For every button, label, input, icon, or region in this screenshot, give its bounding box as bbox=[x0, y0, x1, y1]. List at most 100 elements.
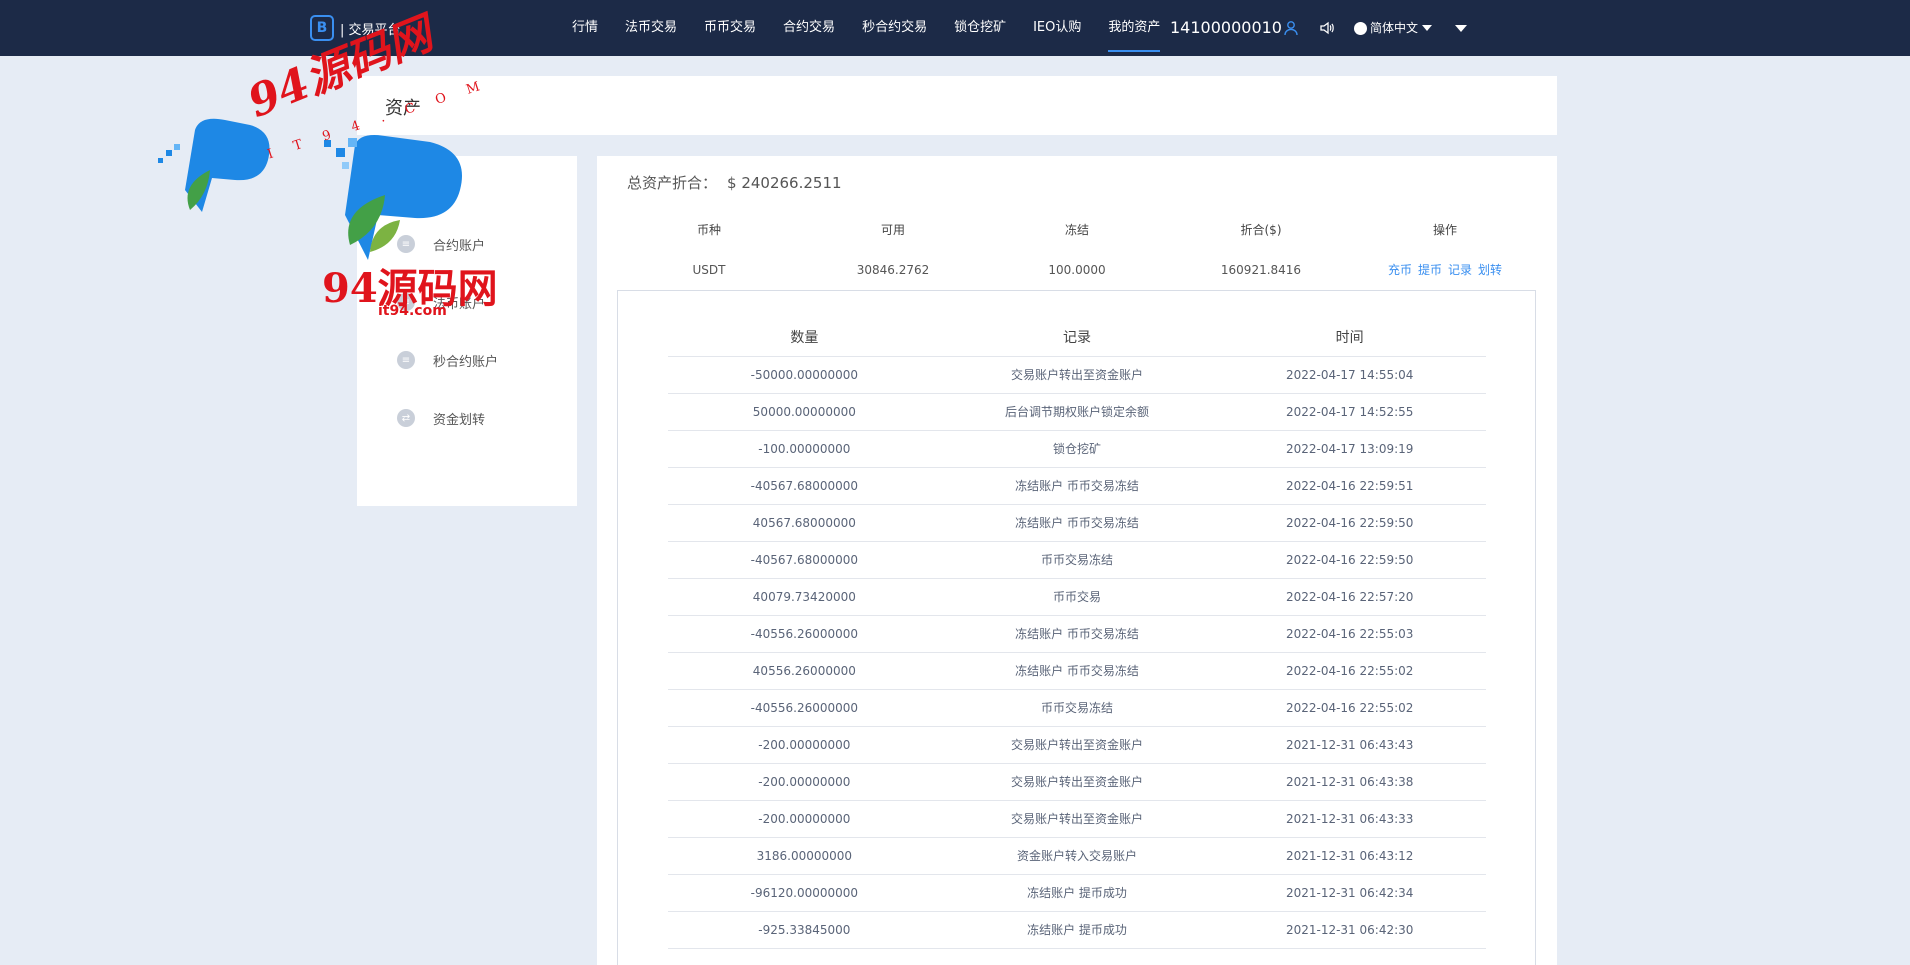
cell-note: 资金账户转入交易账户 bbox=[1017, 849, 1138, 863]
sidebar-item-label: 法币账户 bbox=[433, 296, 486, 312]
table-row: 40079.73420000 币币交易 2022-04-16 22:57:20 bbox=[668, 579, 1486, 616]
sidebar-item-contract-account[interactable]: ≡ 合约账户 bbox=[397, 232, 485, 256]
user-icon[interactable] bbox=[1281, 18, 1301, 38]
sidebar-item-second-contract-account[interactable]: ≡ 秒合约账户 bbox=[397, 348, 498, 372]
cell-note: 冻结账户 提币成功 bbox=[1027, 923, 1127, 937]
nav-contract-trade[interactable]: 合约交易 bbox=[783, 0, 835, 56]
cell-amount: -925.33845000 bbox=[758, 923, 851, 937]
total-assets-value: $ 240266.2511 bbox=[727, 174, 842, 192]
table-row: -100.00000000 锁仓挖矿 2022-04-17 13:09:19 bbox=[668, 431, 1486, 468]
cell-note: 后台调节期权账户锁定余额 bbox=[1005, 405, 1150, 419]
table-row: 50000.00000000 后台调节期权账户锁定余额 2022-04-17 14:… bbox=[668, 394, 1486, 431]
cell-amount: -200.00000000 bbox=[758, 775, 851, 789]
transfer-link[interactable]: 划转 bbox=[1478, 263, 1502, 277]
wallet-icon: ≡ bbox=[397, 177, 415, 195]
cell-note: 币币交易冻结 bbox=[1041, 701, 1114, 715]
record-box: 数量 记录 时间 -50000.00000000 交易账户转出至资金账户 2022-… bbox=[617, 290, 1536, 965]
cell-value: 160921.8416 bbox=[1220, 263, 1302, 277]
globe-icon bbox=[1354, 21, 1367, 35]
asset-table: 币种 可用 冻结 折合($) 操作 USDT 30846.2762 100.00… bbox=[597, 210, 1557, 290]
col-coin: 币种 bbox=[696, 223, 721, 237]
asset-table-header: 币种 可用 冻结 折合($) 操作 bbox=[597, 210, 1557, 250]
cell-time: 2022-04-16 22:57:20 bbox=[1285, 590, 1414, 604]
cell-note: 冻结账户 币币交易冻结 bbox=[1015, 664, 1139, 678]
nav-my-assets[interactable]: 我的资产 bbox=[1108, 0, 1161, 56]
cell-amount: 3186.00000000 bbox=[756, 849, 853, 863]
speaker-icon[interactable] bbox=[1317, 18, 1337, 38]
cell-note: 交易账户转出至资金账户 bbox=[1011, 368, 1144, 382]
table-row: USDT 30846.2762 100.0000 160921.8416 充币提… bbox=[597, 250, 1557, 290]
records-body: -50000.00000000 交易账户转出至资金账户 2022-04-17 14:… bbox=[668, 357, 1486, 949]
cell-time: 2022-04-16 22:55:02 bbox=[1285, 664, 1414, 678]
table-row: -925.33845000 冻结账户 提币成功 2021-12-31 06:42:3… bbox=[668, 912, 1486, 949]
cell-amount: 40079.73420000 bbox=[752, 590, 856, 604]
cell-amount: 50000.00000000 bbox=[752, 405, 856, 419]
cell-amount: -200.00000000 bbox=[758, 738, 851, 752]
more-dropdown-icon[interactable] bbox=[1455, 25, 1467, 32]
cell-note: 冻结账户 币币交易冻结 bbox=[1015, 479, 1139, 493]
table-row: 40556.26000000 冻结账户 币币交易冻结 2022-04-16 22:5… bbox=[668, 653, 1486, 690]
table-row: -200.00000000 交易账户转出至资金账户 2021-12-31 06:43… bbox=[668, 801, 1486, 838]
chevron-down-icon bbox=[1422, 25, 1433, 31]
fiat-icon: ≡ bbox=[397, 293, 415, 311]
withdraw-link[interactable]: 提币 bbox=[1418, 263, 1442, 277]
nav-second-contract[interactable]: 秒合约交易 bbox=[862, 0, 927, 56]
sidebar-item-label: 合约账户 bbox=[433, 238, 486, 254]
cell-amount: -40556.26000000 bbox=[750, 701, 859, 715]
table-row: 3186.00000000 资金账户转入交易账户 2021-12-31 06:43:… bbox=[668, 838, 1486, 875]
col-actions: 操作 bbox=[1432, 223, 1457, 237]
table-row: -200.00000000 交易账户转出至资金账户 2021-12-31 06:43… bbox=[668, 727, 1486, 764]
cell-time: 2021-12-31 06:43:43 bbox=[1285, 738, 1414, 752]
nav-coin-trade[interactable]: 币币交易 bbox=[704, 0, 756, 56]
total-assets-label: 总资产折合： bbox=[627, 174, 718, 192]
cell-time: 2021-12-31 06:43:33 bbox=[1285, 812, 1414, 826]
records-table: 数量 记录 时间 -50000.00000000 交易账户转出至资金账户 2022-… bbox=[668, 319, 1486, 949]
language-label: 简体中文 bbox=[1370, 21, 1419, 35]
sidebar-item-label: 账户 bbox=[433, 180, 460, 196]
sidebar: ≡ 账户 ≡ 合约账户 ≡ 法币账户 ≡ 秒合约账户 ⇄ 资金划转 bbox=[357, 156, 577, 506]
deposit-link[interactable]: 充币 bbox=[1388, 263, 1412, 277]
second-contract-icon: ≡ bbox=[397, 351, 415, 369]
table-row: -40556.26000000 币币交易冻结 2022-04-16 22:55:02 bbox=[668, 690, 1486, 727]
col-available: 可用 bbox=[880, 223, 905, 237]
table-row: -96120.00000000 冻结账户 提币成功 2021-12-31 06:42… bbox=[668, 875, 1486, 912]
cell-time: 2022-04-16 22:55:02 bbox=[1285, 701, 1414, 715]
language-select[interactable]: 简体中文 bbox=[1354, 0, 1433, 56]
records-header: 数量 记录 时间 bbox=[668, 319, 1486, 357]
cell-amount: -200.00000000 bbox=[758, 812, 851, 826]
brand-text: | 交易平台 bbox=[340, 22, 401, 38]
cell-time: 2021-12-31 06:42:34 bbox=[1285, 886, 1414, 900]
main-nav: 行情 法币交易 币币交易 合约交易 秒合约交易 锁仓挖矿 IEO认购 我的资产 bbox=[572, 0, 1187, 56]
sidebar-item-fiat-account[interactable]: ≡ 法币账户 bbox=[397, 290, 485, 314]
nav-market[interactable]: 行情 bbox=[572, 0, 598, 56]
cell-note: 冻结账户 币币交易冻结 bbox=[1015, 627, 1139, 641]
table-row: -200.00000000 交易账户转出至资金账户 2021-12-31 06:43… bbox=[668, 764, 1486, 801]
cell-note: 冻结账户 币币交易冻结 bbox=[1015, 516, 1139, 530]
brand[interactable]: B | 交易平台 bbox=[310, 14, 401, 42]
nav-fiat-trade[interactable]: 法币交易 bbox=[625, 0, 677, 56]
nav-ieo[interactable]: IEO认购 bbox=[1033, 0, 1081, 56]
cell-note: 币币交易冻结 bbox=[1041, 553, 1114, 567]
cell-time: 2022-04-16 22:59:50 bbox=[1285, 553, 1414, 567]
account-phone[interactable]: 14100000010 bbox=[1170, 0, 1282, 56]
cell-amount: -40567.68000000 bbox=[750, 479, 859, 493]
contract-icon: ≡ bbox=[397, 235, 415, 253]
cell-amount: -100.00000000 bbox=[758, 442, 851, 456]
cell-amount: -40556.26000000 bbox=[750, 627, 859, 641]
records-link[interactable]: 记录 bbox=[1448, 263, 1472, 277]
sidebar-item-label: 秒合约账户 bbox=[433, 354, 499, 370]
cell-note: 交易账户转出至资金账户 bbox=[1011, 812, 1144, 826]
page-title: 资产 bbox=[385, 98, 421, 119]
col-note: 记录 bbox=[1063, 330, 1091, 346]
assets-panel: 总资产折合： $ 240266.2511 币种 可用 冻结 折合($) 操作 US… bbox=[597, 156, 1557, 965]
table-row: -50000.00000000 交易账户转出至资金账户 2022-04-17 14:… bbox=[668, 357, 1486, 394]
col-frozen: 冻结 bbox=[1064, 223, 1089, 237]
cell-time: 2021-12-31 06:43:12 bbox=[1285, 849, 1414, 863]
top-navbar: B | 交易平台 行情 法币交易 币币交易 合约交易 秒合约交易 锁仓挖矿 IE… bbox=[0, 0, 1910, 56]
table-row: 40567.68000000 冻结账户 币币交易冻结 2022-04-16 22:5… bbox=[668, 505, 1486, 542]
sidebar-item-account[interactable]: ≡ 账户 bbox=[397, 174, 459, 198]
cell-coin: USDT bbox=[692, 263, 726, 277]
nav-lock-mining[interactable]: 锁仓挖矿 bbox=[954, 0, 1006, 56]
sidebar-item-transfer[interactable]: ⇄ 资金划转 bbox=[397, 406, 485, 430]
table-row: -40556.26000000 冻结账户 币币交易冻结 2022-04-16 22:… bbox=[668, 616, 1486, 653]
